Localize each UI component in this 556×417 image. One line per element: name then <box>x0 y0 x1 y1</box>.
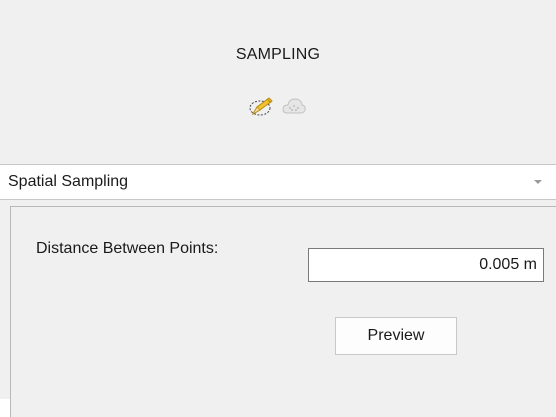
sampling-mode-value: Spatial Sampling <box>8 173 129 190</box>
chevron-down-icon[interactable] <box>534 180 542 184</box>
panel-title: SAMPLING <box>235 46 321 63</box>
sampling-mode-select[interactable]: Spatial Sampling <box>0 164 556 200</box>
edit-pencil-icon[interactable] <box>249 94 275 120</box>
panel-toolbar <box>0 94 556 120</box>
preview-button[interactable]: Preview <box>335 317 457 355</box>
settings-group <box>10 206 556 417</box>
sampling-panel: SAMPLING Spatial Sampling Distance Betwe… <box>0 0 556 417</box>
cloud-sampling-icon[interactable] <box>281 94 307 120</box>
distance-label: Distance Between Points: <box>36 240 219 257</box>
distance-field[interactable] <box>308 248 544 282</box>
